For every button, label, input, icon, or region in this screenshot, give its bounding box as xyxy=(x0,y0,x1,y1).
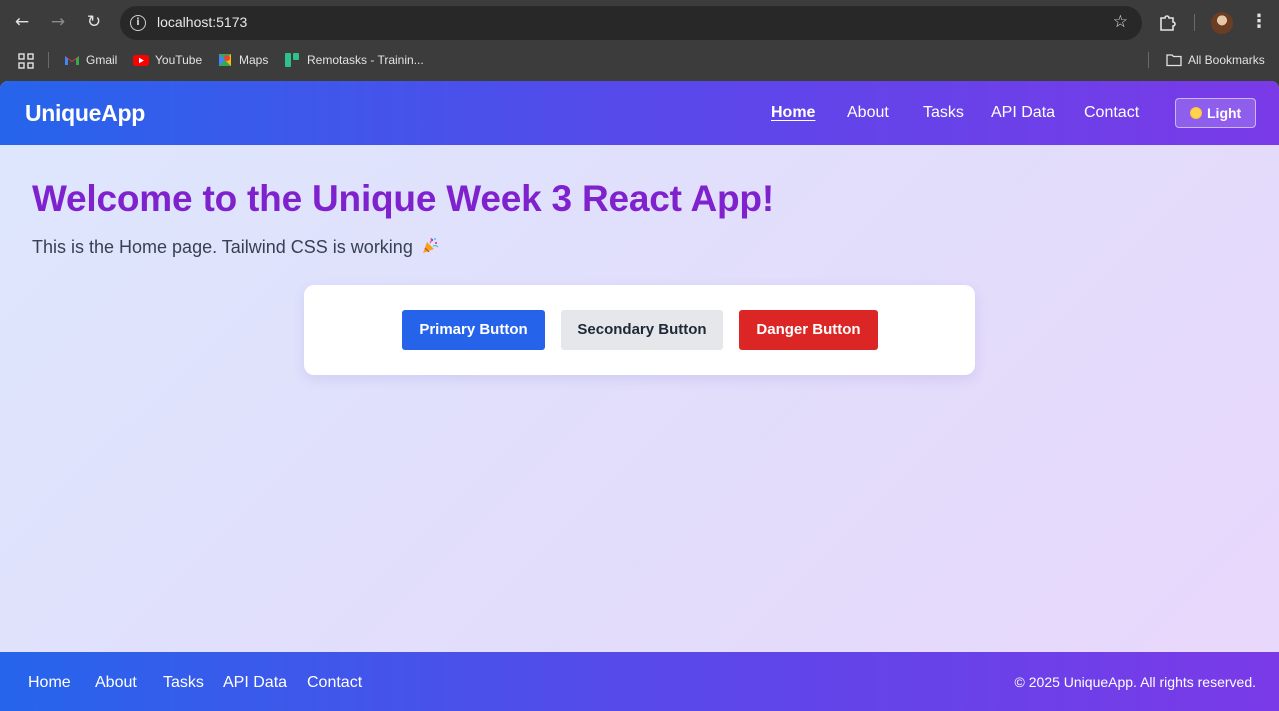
bookmark-label: Maps xyxy=(239,53,269,67)
danger-button[interactable]: Danger Button xyxy=(739,310,878,350)
address-bar[interactable]: i localhost:5173 ☆ xyxy=(120,6,1142,40)
bookmarks-divider xyxy=(1148,52,1149,68)
remotasks-icon xyxy=(285,52,299,67)
apps-grid-icon[interactable] xyxy=(18,53,34,69)
chrome-menu-icon[interactable]: ⋮ xyxy=(1250,10,1268,34)
app-page: UniqueApp Home About Tasks API Data Cont… xyxy=(0,81,1279,711)
subtitle-text: This is the Home page. Tailwind CSS is w… xyxy=(32,237,413,257)
app-header: UniqueApp Home About Tasks API Data Cont… xyxy=(0,81,1279,145)
folder-icon xyxy=(1166,54,1182,66)
profile-avatar[interactable] xyxy=(1211,12,1233,34)
nav-contact[interactable]: Contact xyxy=(1084,104,1139,122)
bookmark-label: Remotasks - Trainin... xyxy=(307,53,424,67)
theme-toggle-button[interactable]: Light xyxy=(1175,98,1256,128)
site-info-icon[interactable]: i xyxy=(130,15,146,31)
bookmark-gmail[interactable]: Gmail xyxy=(64,52,117,68)
party-popper-icon xyxy=(422,238,439,254)
extensions-icon[interactable] xyxy=(1158,12,1178,32)
gmail-icon xyxy=(65,55,79,65)
reload-icon[interactable]: ↻ xyxy=(83,11,105,33)
bookmark-label: Gmail xyxy=(86,53,118,67)
toolbar-divider xyxy=(1194,14,1195,31)
primary-button[interactable]: Primary Button xyxy=(402,310,545,350)
app-footer: Home About Tasks API Data Contact © 2025… xyxy=(0,652,1279,711)
forward-icon[interactable]: → xyxy=(47,11,69,33)
bookmark-maps[interactable]: Maps xyxy=(217,52,268,68)
brand-logo[interactable]: UniqueApp xyxy=(25,100,145,127)
footer-link-tasks[interactable]: Tasks xyxy=(163,674,204,692)
bookmark-remotasks[interactable]: Remotasks - Trainin... xyxy=(285,52,424,68)
bookmark-label: YouTube xyxy=(155,53,203,67)
page-title: Welcome to the Unique Week 3 React App! xyxy=(32,178,774,219)
copyright-text: © 2025 UniqueApp. All rights reserved. xyxy=(1014,674,1256,690)
nav-home[interactable]: Home xyxy=(771,104,815,122)
page-subtitle: This is the Home page. Tailwind CSS is w… xyxy=(32,237,439,258)
back-icon[interactable]: ← xyxy=(11,11,33,33)
bookmark-youtube[interactable]: YouTube xyxy=(133,52,202,68)
nav-about[interactable]: About xyxy=(847,104,889,122)
youtube-icon xyxy=(133,54,149,66)
theme-toggle-label: Light xyxy=(1207,105,1242,121)
button-card: Primary Button Secondary Button Danger B… xyxy=(304,285,975,375)
footer-link-api-data[interactable]: API Data xyxy=(223,674,287,692)
all-bookmarks[interactable]: All Bookmarks xyxy=(1166,52,1265,68)
secondary-button[interactable]: Secondary Button xyxy=(561,310,723,350)
bookmark-star-icon[interactable]: ☆ xyxy=(1113,12,1128,32)
maps-icon xyxy=(219,53,231,66)
bookmarks-divider xyxy=(48,52,49,68)
address-url[interactable]: localhost:5173 xyxy=(157,14,247,30)
nav-tasks[interactable]: Tasks xyxy=(923,104,964,122)
footer-link-home[interactable]: Home xyxy=(28,674,71,692)
footer-link-about[interactable]: About xyxy=(95,674,137,692)
browser-toolbar: ← → ↻ i localhost:5173 ☆ ⋮ xyxy=(0,0,1279,44)
footer-link-contact[interactable]: Contact xyxy=(307,674,362,692)
nav-api-data[interactable]: API Data xyxy=(991,104,1055,122)
all-bookmarks-label: All Bookmarks xyxy=(1188,53,1265,67)
sun-icon xyxy=(1190,107,1202,120)
